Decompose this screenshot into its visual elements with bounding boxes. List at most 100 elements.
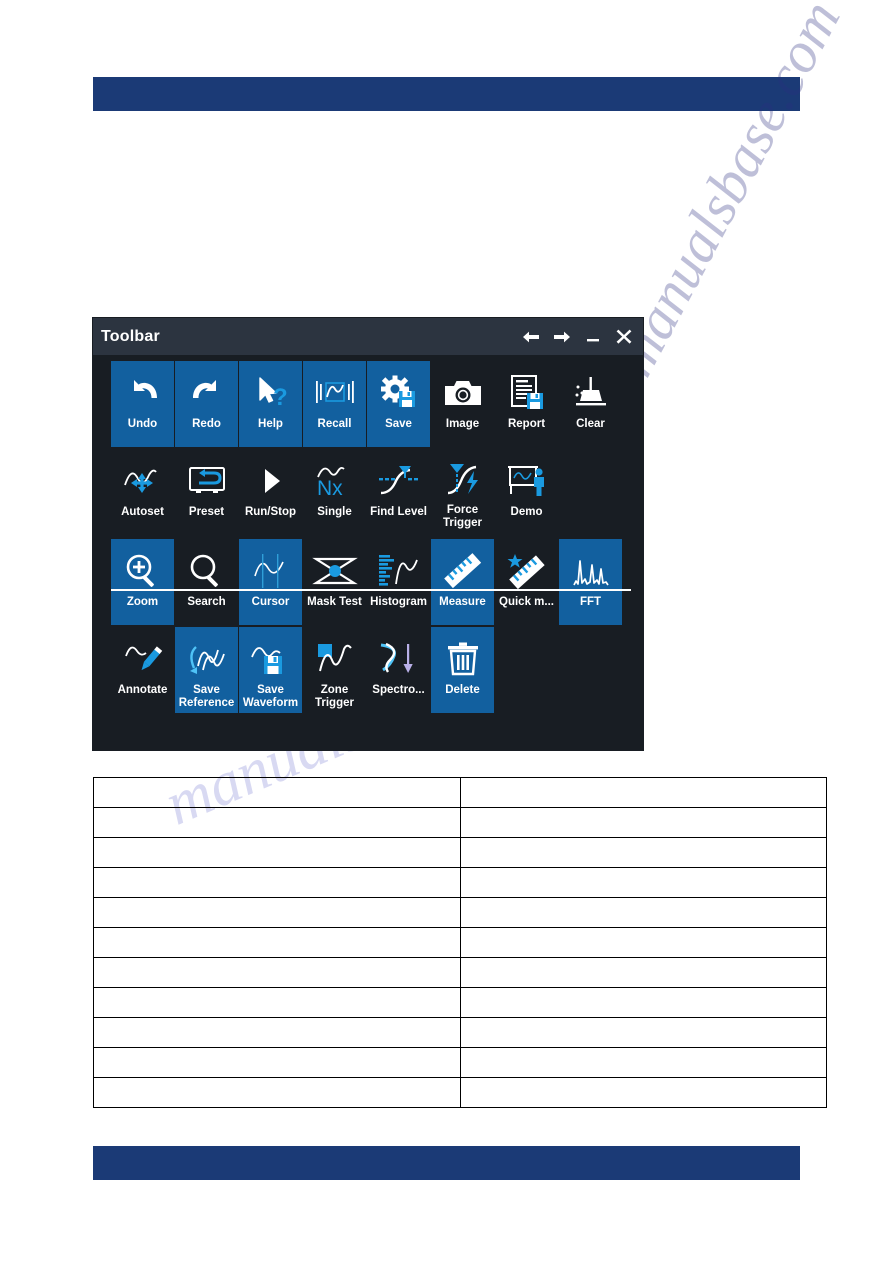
toolbar-button-save-reference[interactable]: Save Reference xyxy=(175,627,239,713)
toolbar-button-label: Search xyxy=(187,596,226,608)
table-cell-description xyxy=(460,807,827,838)
toolbar-button-label: Measure xyxy=(439,596,486,608)
toolbar-button-label: Save Waveform xyxy=(242,684,299,709)
cursor-lines-icon xyxy=(243,547,299,595)
force-trigger-icon xyxy=(435,457,491,503)
toolbar-button-histogram[interactable]: Histogram xyxy=(367,539,431,625)
toolbar-button-label: Cursor xyxy=(251,596,290,608)
toolbar-button-cursor[interactable]: Cursor xyxy=(239,539,303,625)
toolbar-button-label: Find Level xyxy=(370,506,427,518)
toolbar-button-save[interactable]: Save xyxy=(367,361,431,447)
toolbar-row-3: Zoom Search Cursor Mask Test Histogram M… xyxy=(111,539,643,627)
window-titlebar: Toolbar xyxy=(93,318,643,355)
table-cell-name xyxy=(93,867,461,898)
toolbar-button-measure[interactable]: Measure xyxy=(431,539,495,625)
toolbar-button-run-stop[interactable]: Run/Stop xyxy=(239,449,303,529)
toolbar-button-label: Redo xyxy=(192,418,221,430)
table-cell-description xyxy=(460,897,827,928)
ruler-star-icon xyxy=(499,547,555,595)
table-row xyxy=(93,807,827,838)
table-cell-name xyxy=(93,837,461,868)
table-row xyxy=(93,1047,827,1078)
cursor-question-icon: ? xyxy=(243,369,299,417)
toolbar-button-label: Demo xyxy=(510,506,543,518)
toolbar-button-undo[interactable]: Undo xyxy=(111,361,175,447)
toolbar-button-redo[interactable]: Redo xyxy=(175,361,239,447)
table-cell-description xyxy=(460,1017,827,1048)
description-table xyxy=(93,777,827,1108)
toolbar-button-help[interactable]: ? Help xyxy=(239,361,303,447)
toolbar-button-label: Zoom xyxy=(126,596,159,608)
toolbar-button-demo[interactable]: Demo xyxy=(495,449,559,529)
toolbar-button-zone-trigger[interactable]: Zone Trigger xyxy=(303,627,367,713)
table-row xyxy=(93,867,827,898)
magnifier-plus-icon xyxy=(115,547,171,595)
svg-text:?: ? xyxy=(273,384,288,411)
redo-arrow-icon xyxy=(179,369,235,417)
toolbar-button-spectrogram[interactable]: Spectro... xyxy=(367,627,431,713)
table-cell-description xyxy=(460,777,827,808)
broom-icon xyxy=(563,369,619,417)
save-waveform-icon xyxy=(243,635,299,683)
histogram-icon xyxy=(371,547,427,595)
table-cell-description xyxy=(460,867,827,898)
toolbar-button-label: Force Trigger xyxy=(443,504,482,529)
close-icon[interactable] xyxy=(615,328,633,346)
svg-text:Nx: Nx xyxy=(317,477,343,500)
toolbar-button-label: Run/Stop xyxy=(244,506,297,518)
autoset-move-icon xyxy=(115,457,171,505)
back-arrow-icon[interactable] xyxy=(522,328,540,346)
toolbar-button-quick-measure[interactable]: Quick m... xyxy=(495,539,559,625)
table-cell-name xyxy=(93,777,461,808)
toolbar-button-image[interactable]: Image xyxy=(431,361,495,447)
toolbar-button-label: Annotate xyxy=(117,684,168,696)
pencil-annotate-icon xyxy=(115,635,171,683)
toolbar-button-label: Preset xyxy=(188,506,225,518)
toolbar-button-label: Histogram xyxy=(370,596,427,608)
minimize-icon[interactable] xyxy=(584,328,602,346)
table-row xyxy=(93,837,827,868)
toolbar-button-force-trigger[interactable]: Force Trigger xyxy=(431,449,495,529)
toolbar-separator xyxy=(111,589,631,591)
toolbar-button-save-waveform[interactable]: Save Waveform xyxy=(239,627,303,713)
toolbar-button-recall[interactable]: Recall xyxy=(303,361,367,447)
toolbar-icon-grid: Undo Redo ? Help Recall Save Image Repor… xyxy=(93,355,643,715)
table-row xyxy=(93,1077,827,1108)
table-cell-name xyxy=(93,1047,461,1078)
toolbar-button-report[interactable]: Report xyxy=(495,361,559,447)
toolbar-button-mask-test[interactable]: Mask Test xyxy=(303,539,367,625)
table-cell-description xyxy=(460,1077,827,1108)
toolbar-button-find-level[interactable]: Find Level xyxy=(367,449,431,529)
zone-trigger-icon xyxy=(307,635,363,683)
toolbar-button-label: Mask Test xyxy=(307,596,362,608)
save-reference-icon xyxy=(179,635,235,683)
toolbar-button-label: Autoset xyxy=(121,506,164,518)
toolbar-button-zoom[interactable]: Zoom xyxy=(111,539,175,625)
gear-floppy-icon xyxy=(371,369,427,417)
recall-waveform-icon xyxy=(307,369,363,417)
find-level-icon xyxy=(371,457,427,505)
toolbar-button-label: Save Reference xyxy=(178,684,235,709)
toolbar-button-clear[interactable]: Clear xyxy=(559,361,623,447)
magnifier-icon xyxy=(179,547,235,595)
fft-peaks-icon xyxy=(563,547,619,595)
toolbar-button-label: Delete xyxy=(445,684,480,696)
table-row xyxy=(93,1017,827,1048)
toolbar-button-search[interactable]: Search xyxy=(175,539,239,625)
document-floppy-icon xyxy=(499,369,555,417)
toolbar-button-preset[interactable]: Preset xyxy=(175,449,239,529)
toolbar-button-delete[interactable]: Delete xyxy=(431,627,495,713)
table-cell-description xyxy=(460,987,827,1018)
toolbar-button-label: Report xyxy=(507,418,546,430)
toolbar-button-fft[interactable]: FFT xyxy=(559,539,623,625)
toolbar-button-autoset[interactable]: Autoset xyxy=(111,449,175,529)
toolbar-button-label: FFT xyxy=(579,596,602,608)
toolbar-button-label: Single xyxy=(317,506,352,518)
toolbar-row-2: Autoset Preset Run/Stop Nx Single Find L… xyxy=(111,449,643,531)
toolbar-button-single[interactable]: Nx Single xyxy=(303,449,367,529)
forward-arrow-icon[interactable] xyxy=(553,328,571,346)
toolbar-button-label: Help xyxy=(258,418,283,430)
table-cell-name xyxy=(93,807,461,838)
demo-presenter-icon xyxy=(499,457,555,505)
toolbar-button-annotate[interactable]: Annotate xyxy=(111,627,175,713)
